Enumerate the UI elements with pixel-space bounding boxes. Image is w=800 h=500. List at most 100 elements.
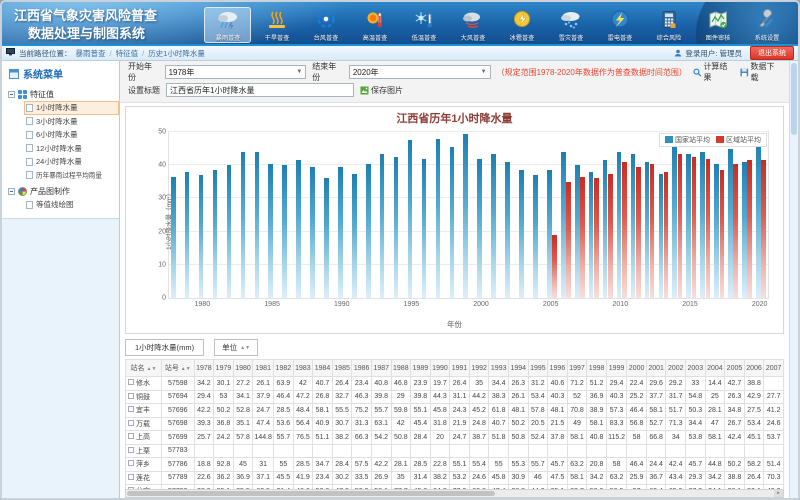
column-header-station-id[interactable]: 站号 ▲▼ — [161, 360, 194, 377]
row-expander-icon[interactable] — [128, 447, 134, 453]
breadcrumb-feature[interactable]: 特征值 — [116, 48, 139, 59]
bar-regional-2020 — [761, 160, 766, 298]
value-cell: 58.1 — [587, 417, 607, 431]
collapse-icon[interactable] — [8, 91, 15, 98]
x-tick-label: 2000 — [473, 301, 489, 308]
row-expander-icon[interactable] — [128, 393, 134, 399]
sidebar-group-feature-values[interactable]: 特征值 — [8, 87, 119, 101]
value-cell: 53.6 — [274, 417, 294, 431]
calc-result-button[interactable]: 计算结果 — [693, 61, 734, 83]
sidebar-item-isoline-map[interactable]: 等值线绘图 — [24, 198, 119, 212]
toolbar-typhoon-survey[interactable]: 台风普查 — [302, 7, 349, 43]
bar-regional-2009 — [608, 174, 613, 299]
end-year-select[interactable]: 2020年 ▼ — [349, 65, 491, 79]
app-title: 江西省气象灾害风险普查 数据处理与制图系统 — [2, 2, 157, 44]
station-name-cell[interactable]: 萍乡 — [126, 458, 162, 472]
breadcrumb-rainstorm[interactable]: 暴雨普查 — [76, 48, 106, 59]
bar-national-2002 — [505, 162, 510, 298]
toolbar-map-review[interactable]: 图件审核 — [694, 7, 741, 43]
app-title-line1: 江西省气象灾害风险普查 — [14, 7, 157, 25]
value-cell — [391, 444, 411, 458]
row-expander-icon[interactable] — [128, 420, 134, 426]
station-name-cell[interactable]: 上栗 — [126, 444, 162, 458]
value-cell: 45 — [233, 458, 253, 472]
main-body: 系统菜单 特征值 1小时降水量 3小时降水量 6小时降水 — [2, 61, 798, 498]
sidebar-item-24h-precip[interactable]: 24小时降水量 — [24, 155, 119, 169]
table-row: 宜丰5769642.250.252.824.728.548.458.155.57… — [126, 404, 784, 418]
row-expander-icon[interactable] — [128, 474, 134, 480]
data-download-button[interactable]: 数据下载 — [740, 61, 781, 83]
toolbar-risk-calc[interactable]: 综合风险 — [645, 7, 692, 43]
sidebar-item-1h-precip[interactable]: 1小时降水量 — [24, 101, 119, 115]
value-cell: 50.8 — [508, 431, 528, 445]
value-cell: 58.1 — [705, 431, 725, 445]
sidebar-group-product-map[interactable]: 产品图制作 — [8, 184, 119, 198]
value-cell: 18.8 — [194, 458, 214, 472]
toolbar-high-temp-survey[interactable]: 高温普查 — [351, 7, 398, 43]
bar-national-2000 — [477, 159, 482, 298]
end-year-label: 结束年份 — [312, 61, 343, 83]
horizontal-scrollbar[interactable]: ▸ — [125, 489, 784, 498]
station-name-cell[interactable]: 修水 — [126, 377, 162, 391]
station-name-cell[interactable]: 莲花 — [126, 471, 162, 485]
vertical-scrollbar[interactable] — [789, 61, 798, 498]
row-expander-icon[interactable] — [128, 460, 134, 466]
legend-regional: 区域站平均 — [716, 135, 761, 145]
collapse-icon[interactable] — [8, 188, 15, 195]
start-year-select[interactable]: 1978年 ▼ — [165, 65, 307, 79]
value-cell: 58.1 — [646, 404, 666, 418]
value-cell: 45.5 — [274, 471, 294, 485]
sidebar-item-process-avg[interactable]: 历年暴雨过程平均雨量 — [24, 169, 119, 183]
value-cell: 31.1 — [450, 390, 470, 404]
toolbar-snow-survey[interactable]: 雪灾普查 — [547, 7, 594, 43]
x-tick-label: 1985 — [264, 301, 280, 308]
table-row: 万载5769839.336.835.147.453.656.440.930.73… — [126, 417, 784, 431]
row-expander-icon[interactable] — [128, 379, 134, 385]
save-image-button[interactable]: 保存图片 — [360, 85, 403, 96]
value-cell: 38.8 — [725, 471, 745, 485]
value-cell: 24.8 — [469, 417, 489, 431]
bar-national-1999 — [463, 134, 468, 298]
row-expander-icon[interactable] — [128, 433, 134, 439]
unit-dropdown[interactable]: 单位 ▲▼ — [214, 339, 258, 356]
scroll-right-arrow[interactable]: ▸ — [774, 490, 783, 497]
value-cell: 28.4 — [411, 431, 431, 445]
value-cell — [606, 444, 626, 458]
chart-title-input[interactable]: 江西省历年1小时降水量 — [166, 83, 354, 97]
toolbar-gale-survey[interactable]: 大风普查 — [449, 7, 496, 43]
toolbar-drought-survey[interactable]: 干旱普查 — [253, 7, 300, 43]
logout-button[interactable]: 退出系统 — [750, 46, 794, 60]
station-name-cell[interactable]: 宜丰 — [126, 404, 162, 418]
sidebar-item-3h-precip[interactable]: 3小时降水量 — [24, 115, 119, 129]
column-header-year: 2005 — [725, 360, 745, 377]
value-cell: 29 — [391, 390, 411, 404]
toolbar-hail-survey[interactable]: 冰雹普查 — [498, 7, 545, 43]
value-cell: 45.8 — [430, 404, 450, 418]
sort-arrows-icon[interactable]: ▲▼ — [181, 366, 191, 372]
column-header-year: 2003 — [686, 360, 706, 377]
sidebar-item-6h-precip[interactable]: 6小时降水量 — [24, 128, 119, 142]
vscroll-thumb[interactable] — [791, 63, 797, 135]
toolbar-lightning-survey[interactable]: 雷电普查 — [596, 7, 643, 43]
value-cell: 26.7 — [725, 417, 745, 431]
value-cell — [253, 444, 274, 458]
station-name-cell[interactable]: 铜鼓 — [126, 390, 162, 404]
range-note: （规定范围1978-2020年数据作为普查数据时间范围） — [497, 67, 687, 78]
station-name-cell[interactable]: 万载 — [126, 417, 162, 431]
row-expander-icon[interactable] — [128, 406, 134, 412]
bar-national-2020 — [756, 142, 761, 298]
element-selector-box[interactable]: 1小时降水量(mm) — [125, 339, 204, 356]
station-id-cell: 57789 — [161, 471, 194, 485]
value-cell: 42.7 — [725, 377, 745, 391]
sort-arrows-icon[interactable]: ▲▼ — [147, 366, 157, 372]
toolbar-low-temp-survey[interactable]: 低温普查 — [400, 7, 447, 43]
sidebar-item-12h-precip[interactable]: 12小时降水量 — [24, 142, 119, 156]
toolbar-settings[interactable]: 系统设置 — [743, 7, 790, 43]
station-name-cell[interactable]: 上高 — [126, 431, 162, 445]
bar-national-1981 — [213, 170, 218, 298]
bar-national-1989 — [324, 178, 329, 298]
toolbar-rainstorm-survey[interactable]: 暴雨普查 — [204, 7, 251, 43]
column-header-station-name[interactable]: 站名 ▲▼ — [126, 360, 162, 377]
hscroll-thumb[interactable] — [127, 491, 495, 496]
bar-regional-2010 — [622, 162, 627, 298]
